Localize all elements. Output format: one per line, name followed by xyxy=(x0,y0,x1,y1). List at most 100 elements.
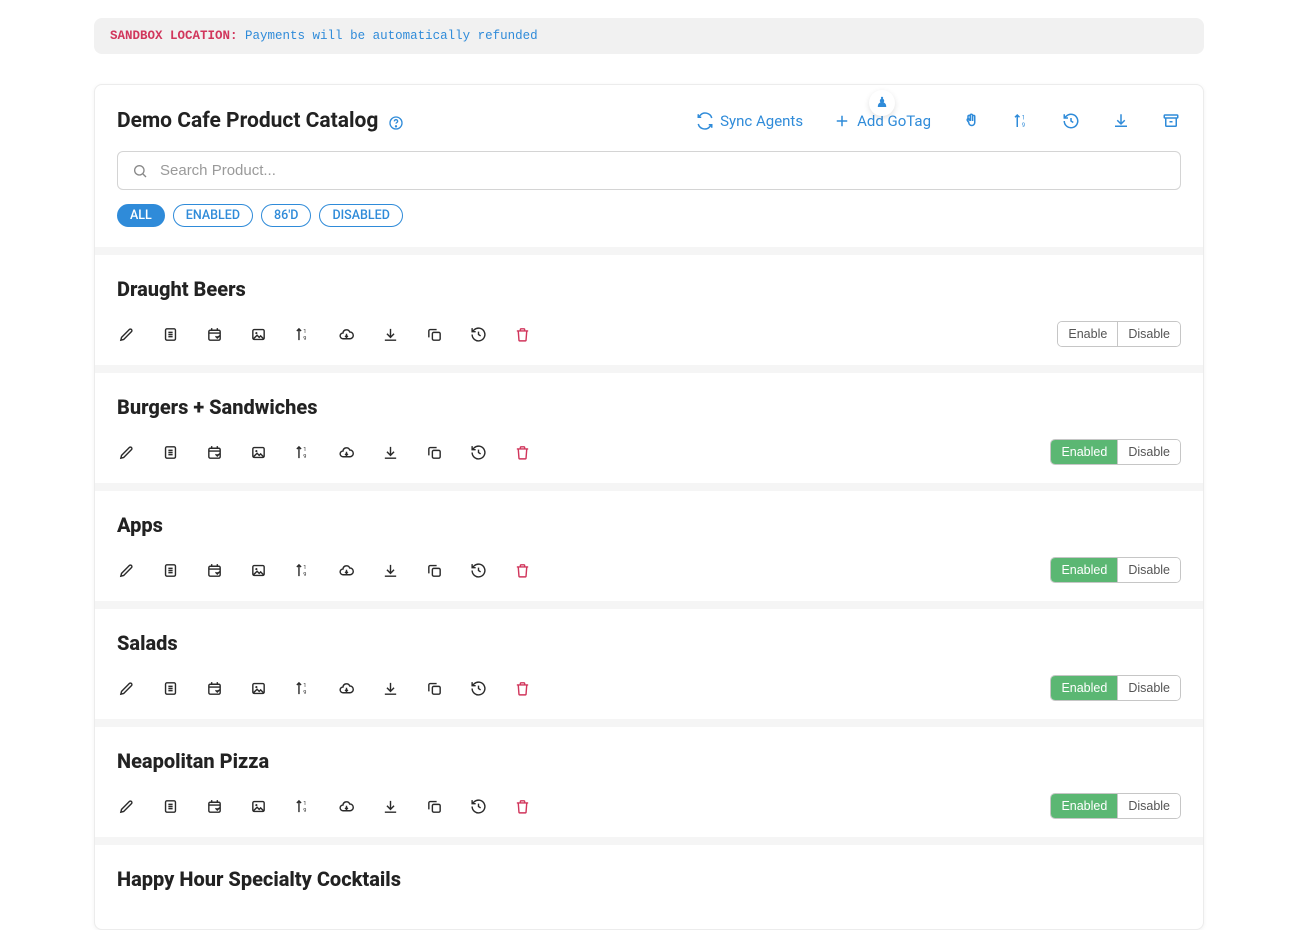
hand-icon[interactable] xyxy=(961,111,981,131)
edit-icon[interactable] xyxy=(117,443,135,461)
category-section: Neapolitan PizzaEnabledDisable xyxy=(95,719,1203,837)
cloud-download-icon[interactable] xyxy=(337,443,355,461)
enable-toggle: EnabledDisable xyxy=(1050,675,1181,701)
category-section: AppsEnabledDisable xyxy=(95,483,1203,601)
history-icon[interactable] xyxy=(469,561,487,579)
add-gotag-label: Add GoTag xyxy=(857,112,931,130)
image-icon[interactable] xyxy=(249,679,267,697)
trash-icon[interactable] xyxy=(513,797,531,815)
cloud-download-icon[interactable] xyxy=(337,679,355,697)
category-section: Burgers + Sandwiches EnabledDisable xyxy=(95,365,1203,483)
copy-icon[interactable] xyxy=(425,561,443,579)
sandbox-banner: SANDBOX LOCATION: Payments will be autom… xyxy=(94,18,1204,54)
enable-button[interactable]: Enabled xyxy=(1051,558,1117,582)
edit-icon[interactable] xyxy=(117,325,135,343)
sort-icon[interactable] xyxy=(293,797,311,815)
history-icon[interactable] xyxy=(469,443,487,461)
cloud-download-icon[interactable] xyxy=(337,797,355,815)
disable-button[interactable]: Disable xyxy=(1117,440,1180,464)
archive-icon[interactable] xyxy=(1161,111,1181,131)
download-icon[interactable] xyxy=(381,561,399,579)
filter-all[interactable]: ALL xyxy=(117,204,165,227)
list-icon[interactable] xyxy=(161,679,179,697)
image-icon[interactable] xyxy=(249,325,267,343)
enable-toggle: EnabledDisable xyxy=(1050,439,1181,465)
copy-icon[interactable] xyxy=(425,443,443,461)
schedule-icon[interactable] xyxy=(205,325,223,343)
svg-text:9: 9 xyxy=(1022,122,1025,129)
sort-numeric-icon[interactable]: 19 xyxy=(1011,111,1031,131)
download-icon[interactable] xyxy=(381,325,399,343)
disable-button[interactable]: Disable xyxy=(1117,322,1180,346)
help-icon[interactable] xyxy=(388,113,404,129)
download-icon[interactable] xyxy=(1111,111,1131,131)
filter-enabled[interactable]: ENABLED xyxy=(173,204,253,227)
catalog-card: Demo Cafe Product Catalog Sync Agents ♟ … xyxy=(94,84,1204,930)
sort-icon[interactable] xyxy=(293,561,311,579)
history-icon[interactable] xyxy=(469,797,487,815)
disable-button[interactable]: Disable xyxy=(1117,558,1180,582)
filter-disabled[interactable]: DISABLED xyxy=(319,204,402,227)
copy-icon[interactable] xyxy=(425,325,443,343)
image-icon[interactable] xyxy=(249,443,267,461)
trash-icon[interactable] xyxy=(513,561,531,579)
category-toolbar: EnabledDisable xyxy=(117,557,1181,583)
sandbox-label: SANDBOX LOCATION: xyxy=(110,29,238,43)
category-title: Salads xyxy=(117,631,1181,655)
category-toolbar: EnableDisable xyxy=(117,321,1181,347)
sandbox-message: Payments will be automatically refunded xyxy=(245,29,538,43)
category-toolbar: EnabledDisable xyxy=(117,675,1181,701)
sort-icon[interactable] xyxy=(293,443,311,461)
category-toolbar: EnabledDisable xyxy=(117,439,1181,465)
search-input[interactable] xyxy=(160,162,1166,179)
cloud-download-icon[interactable] xyxy=(337,561,355,579)
svg-text:1: 1 xyxy=(1022,115,1025,122)
search-input-wrap[interactable] xyxy=(117,151,1181,190)
image-icon[interactable] xyxy=(249,561,267,579)
category-title: Burgers + Sandwiches xyxy=(117,395,1181,419)
download-icon[interactable] xyxy=(381,797,399,815)
enable-button[interactable]: Enabled xyxy=(1051,676,1117,700)
disable-button[interactable]: Disable xyxy=(1117,794,1180,818)
edit-icon[interactable] xyxy=(117,679,135,697)
sort-icon[interactable] xyxy=(293,325,311,343)
enable-button[interactable]: Enabled xyxy=(1051,440,1117,464)
copy-icon[interactable] xyxy=(425,679,443,697)
list-icon[interactable] xyxy=(161,325,179,343)
trash-icon[interactable] xyxy=(513,679,531,697)
list-icon[interactable] xyxy=(161,797,179,815)
page-title-text: Demo Cafe Product Catalog xyxy=(117,109,378,133)
enable-button[interactable]: Enable xyxy=(1058,322,1117,346)
edit-icon[interactable] xyxy=(117,797,135,815)
category-section: Happy Hour Specialty Cocktails xyxy=(95,837,1203,929)
list-icon[interactable] xyxy=(161,443,179,461)
sort-icon[interactable] xyxy=(293,679,311,697)
category-icon-group xyxy=(117,797,531,815)
category-title: Draught Beers xyxy=(117,277,1181,301)
copy-icon[interactable] xyxy=(425,797,443,815)
history-icon[interactable] xyxy=(469,679,487,697)
header-toolbar: Sync Agents ♟ Add GoTag 19 xyxy=(696,111,1181,131)
enable-button[interactable]: Enabled xyxy=(1051,794,1117,818)
edit-icon[interactable] xyxy=(117,561,135,579)
list-icon[interactable] xyxy=(161,561,179,579)
schedule-icon[interactable] xyxy=(205,797,223,815)
trash-icon[interactable] xyxy=(513,443,531,461)
filter-86d[interactable]: 86'D xyxy=(261,204,311,227)
sync-agents-label: Sync Agents xyxy=(720,112,803,130)
schedule-icon[interactable] xyxy=(205,443,223,461)
download-icon[interactable] xyxy=(381,679,399,697)
disable-button[interactable]: Disable xyxy=(1117,676,1180,700)
history-icon[interactable] xyxy=(469,325,487,343)
sync-icon xyxy=(696,112,714,130)
enable-toggle: EnabledDisable xyxy=(1050,557,1181,583)
trash-icon[interactable] xyxy=(513,325,531,343)
image-icon[interactable] xyxy=(249,797,267,815)
sync-agents-button[interactable]: Sync Agents xyxy=(696,112,803,130)
history-icon[interactable] xyxy=(1061,111,1081,131)
download-icon[interactable] xyxy=(381,443,399,461)
cloud-download-icon[interactable] xyxy=(337,325,355,343)
add-gotag-button[interactable]: ♟ Add GoTag xyxy=(833,112,931,130)
schedule-icon[interactable] xyxy=(205,679,223,697)
schedule-icon[interactable] xyxy=(205,561,223,579)
